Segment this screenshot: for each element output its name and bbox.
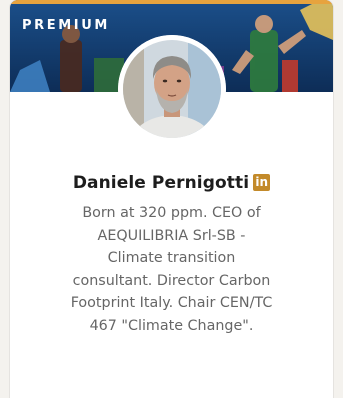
profile-headline: Born at 320 ppm. CEO of AEQUILIBRIA Srl-… — [24, 202, 319, 338]
headline-line: AEQUILIBRIA Srl-SB - — [97, 227, 246, 244]
linkedin-premium-icon: in — [253, 174, 271, 191]
premium-accent-bar — [10, 0, 333, 4]
premium-label: PREMIUM — [22, 18, 110, 33]
profile-card[interactable]: PREMIUM Daniele Pernigotti in Born at 32… — [10, 0, 333, 398]
headline-line: consultant. Director Carbon — [72, 272, 271, 289]
name-row: Daniele Pernigotti in — [10, 172, 333, 193]
badge-text: in — [255, 175, 268, 189]
headline-line: Footprint Italy. Chair CEN/TC — [70, 295, 273, 312]
headline-line: Born at 320 ppm. CEO of — [82, 205, 261, 221]
avatar[interactable] — [118, 35, 226, 143]
headline-line: 467 "Climate Change". — [89, 317, 254, 334]
headline-line: Climate transition — [107, 250, 236, 267]
profile-name[interactable]: Daniele Pernigotti — [73, 173, 249, 193]
